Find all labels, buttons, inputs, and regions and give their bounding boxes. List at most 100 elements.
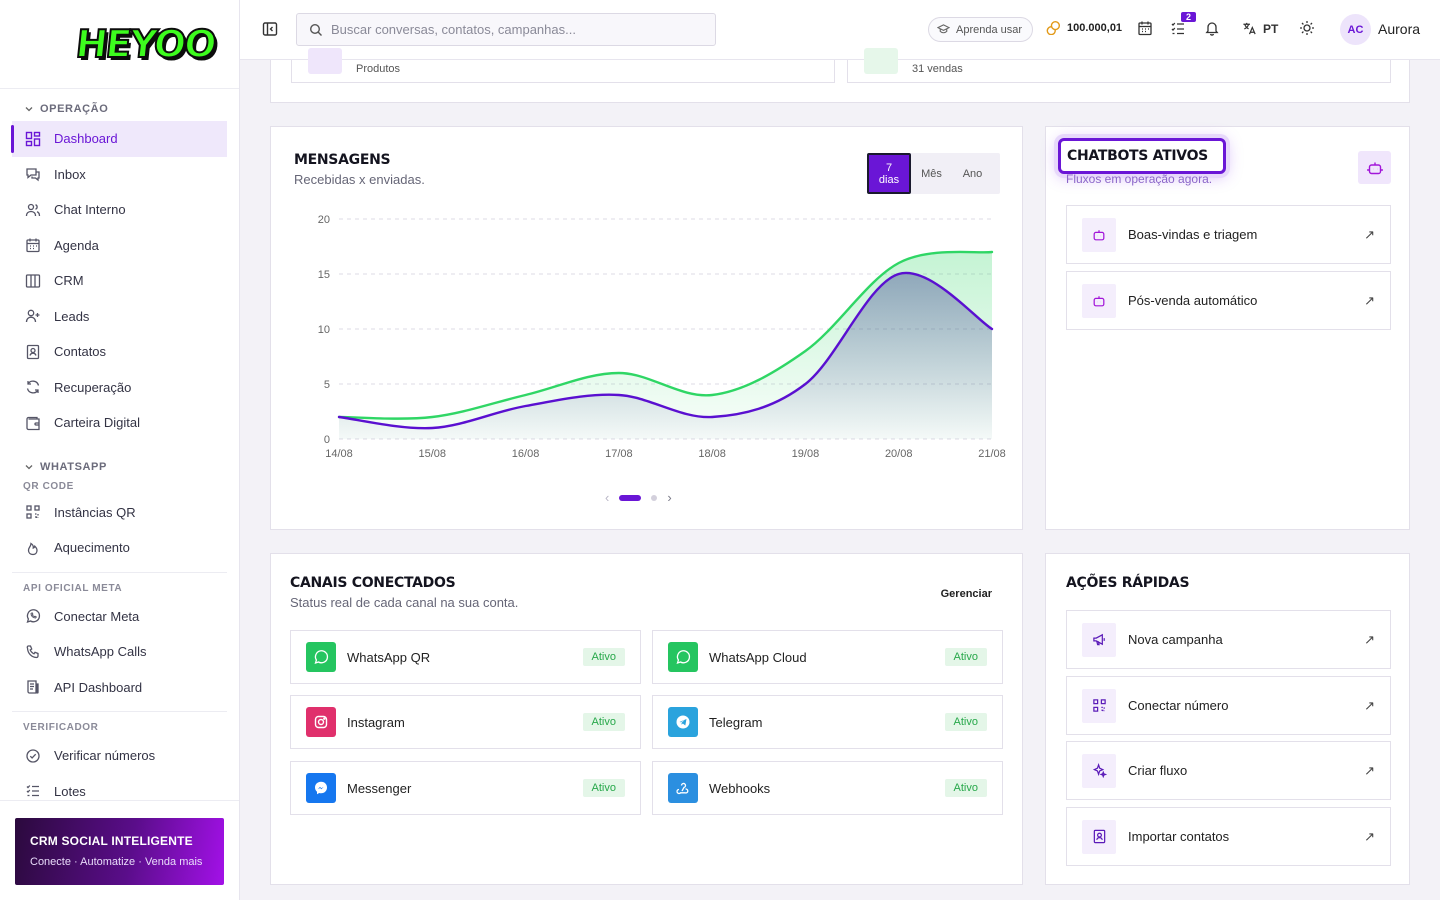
channel-label: WhatsApp QR xyxy=(347,649,431,665)
divider xyxy=(0,800,239,802)
stat-card-vendas[interactable]: 31 vendas xyxy=(847,48,1391,83)
x-tick-label: 15/08 xyxy=(419,448,447,460)
bot-icon[interactable] xyxy=(1358,151,1391,184)
sidebar-item-verificar-numeros[interactable]: Verificar números xyxy=(12,738,227,774)
pager-dot-active[interactable] xyxy=(619,494,642,501)
channel-telegram[interactable]: Telegram Ativo xyxy=(652,695,1003,749)
subsection-qr-code: QR CODE xyxy=(23,480,74,492)
sidebar-item-chat-interno[interactable]: Chat Interno xyxy=(12,192,227,228)
chevron-right-icon[interactable]: › xyxy=(667,490,671,505)
promo-banner[interactable]: CRM SOCIAL INTELIGENTE Conecte · Automat… xyxy=(15,818,224,885)
user-name[interactable]: Aurora xyxy=(1378,21,1420,37)
stat-caption: Produtos xyxy=(356,63,401,75)
telegram-icon xyxy=(668,707,698,737)
sidebar-item-recuperacao[interactable]: Recuperação xyxy=(12,370,227,406)
sidebar-item-agenda[interactable]: Agenda xyxy=(12,228,227,264)
avatar[interactable]: AC xyxy=(1340,14,1371,45)
quick-action-label: Importar contatos xyxy=(1128,829,1230,844)
chatbots-card: CHATBOTS ATIVOS Fluxos em operação agora… xyxy=(1045,126,1410,530)
sidebar-item-api-dashboard[interactable]: API Dashboard xyxy=(12,670,227,706)
coins-icon xyxy=(1046,20,1061,35)
sidebar-item-label: Conectar Meta xyxy=(54,608,140,624)
chart-pager: ‹ › xyxy=(605,490,672,505)
sidebar-item-label: WhatsApp Calls xyxy=(54,644,147,660)
section-operacao[interactable]: OPERAÇÃO xyxy=(12,97,227,121)
quick-action-criar-fluxo[interactable]: Criar fluxo ↗ xyxy=(1066,741,1391,800)
sidebar-toggle-icon[interactable] xyxy=(262,21,280,39)
language-selector[interactable]: PT xyxy=(1242,21,1278,36)
channel-label: Instagram xyxy=(347,714,405,730)
stat-card-produtos[interactable]: Produtos xyxy=(291,48,835,83)
sidebar-item-crm[interactable]: CRM xyxy=(12,263,227,299)
channel-whatsapp-cloud[interactable]: WhatsApp Cloud Ativo xyxy=(652,630,1003,684)
sidebar-item-label: Agenda xyxy=(54,237,99,253)
quick-action-importar-contatos[interactable]: Importar contatos ↗ xyxy=(1066,807,1391,866)
subsection-api-meta: API OFICIAL META xyxy=(23,582,123,594)
logo-area[interactable]: HEYOO xyxy=(0,0,239,89)
qr-icon xyxy=(24,503,42,521)
quick-actions-title: AÇÕES RÁPIDAS xyxy=(1066,575,1190,591)
messages-chart[interactable]: 0 5 10 15 20 14/08 15/08 16/08 17/08 18/08 19/08 20… xyxy=(271,127,1022,529)
learn-label: Aprenda usar xyxy=(956,23,1023,36)
sidebar-item-dashboard[interactable]: Dashboard xyxy=(11,121,227,157)
y-tick-label: 10 xyxy=(318,324,330,336)
calendar-icon xyxy=(24,236,42,254)
refresh-icon xyxy=(24,378,42,396)
sidebar-nav: OPERAÇÃO Dashboard Inbox Chat Interno Ag… xyxy=(0,89,239,809)
sidebar-item-contatos[interactable]: Contatos xyxy=(12,334,227,370)
sidebar-item-inbox[interactable]: Inbox xyxy=(12,157,227,193)
calendar-icon[interactable] xyxy=(1137,20,1155,38)
y-tick-label: 20 xyxy=(318,214,330,226)
arrow-up-right-icon: ↗ xyxy=(1364,763,1375,778)
search-bar[interactable] xyxy=(296,13,716,46)
sidebar-item-conectar-meta[interactable]: Conectar Meta xyxy=(12,599,227,635)
channel-messenger[interactable]: Messenger Ativo xyxy=(290,761,641,815)
x-tick-label: 17/08 xyxy=(605,448,633,460)
stats-strip: Produtos 31 vendas xyxy=(270,48,1410,103)
learn-button[interactable]: Aprenda usar xyxy=(928,17,1034,42)
pager-dot[interactable] xyxy=(651,494,658,501)
sidebar-item-carteira-digital[interactable]: Carteira Digital xyxy=(12,405,227,441)
sun-icon[interactable] xyxy=(1299,20,1317,38)
tasks-icon[interactable] xyxy=(1170,20,1188,38)
stat-icon xyxy=(864,48,898,74)
coins-balance[interactable]: 100.000,01 xyxy=(1046,20,1122,35)
chatbot-item[interactable]: Boas-vindas e triagem ↗ xyxy=(1066,205,1391,264)
sidebar-item-leads[interactable]: Leads xyxy=(12,299,227,335)
channels-card: CANAIS CONECTADOS Status real de cada ca… xyxy=(270,553,1023,885)
quick-action-conectar-numero[interactable]: Conectar número ↗ xyxy=(1066,676,1391,735)
wallet-icon xyxy=(24,414,42,432)
chatbot-item[interactable]: Pós-venda automático ↗ xyxy=(1066,271,1391,330)
status-badge: Ativo xyxy=(944,713,987,731)
channel-whatsapp-qr[interactable]: WhatsApp QR Ativo xyxy=(290,630,641,684)
stat-caption: 31 vendas xyxy=(912,63,963,75)
chevron-left-icon[interactable]: ‹ xyxy=(605,490,609,505)
status-badge: Ativo xyxy=(582,713,625,731)
divider xyxy=(12,711,227,712)
channel-instagram[interactable]: Instagram Ativo xyxy=(290,695,641,749)
flame-icon xyxy=(24,539,42,557)
sidebar-item-lotes[interactable]: Lotes xyxy=(12,774,227,810)
sidebar-item-label: Aquecimento xyxy=(54,540,130,556)
sidebar-item-label: Chat Interno xyxy=(54,202,126,218)
search-input[interactable] xyxy=(331,22,701,37)
language-label: PT xyxy=(1263,21,1279,36)
chatbots-title-box: CHATBOTS ATIVOS xyxy=(1058,138,1226,174)
sidebar-item-instancias-qr[interactable]: Instâncias QR xyxy=(12,495,227,531)
bell-icon[interactable] xyxy=(1204,20,1222,38)
sidebar: HEYOO OPERAÇÃO Dashboard Inbox Chat Inte… xyxy=(0,0,240,900)
graduation-cap-icon xyxy=(937,24,950,34)
tasks-badge: 2 xyxy=(1181,12,1196,22)
sidebar-item-aquecimento[interactable]: Aquecimento xyxy=(12,530,227,566)
channel-webhooks[interactable]: Webhooks Ativo xyxy=(652,761,1003,815)
search-icon xyxy=(309,23,322,36)
sparkles-icon xyxy=(1082,753,1116,788)
chevron-down-icon xyxy=(25,107,33,112)
manage-channels-button[interactable]: Gerenciar xyxy=(941,588,992,600)
promo-subtitle: Conecte · Automatize · Venda mais xyxy=(30,856,203,868)
section-whatsapp[interactable]: WHATSAPP xyxy=(12,455,227,479)
document-icon xyxy=(24,678,42,696)
quick-action-nova-campanha[interactable]: Nova campanha ↗ xyxy=(1066,610,1391,669)
sidebar-item-whatsapp-calls[interactable]: WhatsApp Calls xyxy=(12,634,227,670)
heyoo-logo[interactable]: HEYOO xyxy=(73,21,218,67)
